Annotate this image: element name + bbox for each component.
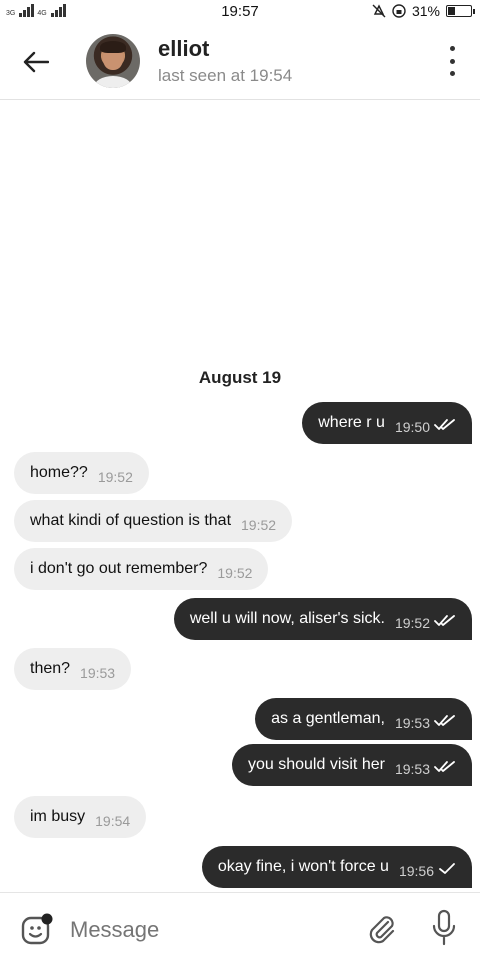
message-time: 19:53 (80, 665, 116, 681)
paperclip-icon (369, 916, 395, 944)
message-text: okay fine, i won't force u (217, 858, 389, 875)
message-incoming[interactable]: i don't go out remember? 19:52 (14, 548, 269, 590)
message-incoming[interactable]: home?? 19:52 (14, 452, 149, 494)
status-right: 31% (372, 3, 475, 19)
double-check-icon (434, 418, 456, 436)
message-text: you should visit her (247, 756, 385, 773)
message-text: as a gentleman, (271, 710, 385, 727)
battery-percent: 31% (411, 3, 440, 19)
message-time: 19:52 (217, 565, 253, 581)
message-text: i don't go out remember? (30, 560, 208, 577)
arrow-left-icon (23, 51, 49, 73)
message-time: 19:53 (394, 761, 430, 777)
message-outgoing[interactable]: as a gentleman, 19:53 (255, 698, 472, 740)
message-time: 19:53 (394, 715, 430, 731)
message-time: 19:50 (394, 419, 430, 435)
message-text: well u will now, aliser's sick. (189, 610, 385, 627)
sticker-button[interactable] (20, 913, 53, 945)
more-options-button[interactable] (444, 46, 460, 76)
back-button[interactable] (20, 46, 52, 78)
status-bar: 3G 4G 19:57 31% (0, 0, 480, 24)
battery-icon (446, 5, 475, 17)
message-outgoing[interactable]: you should visit her 19:53 (231, 744, 472, 786)
message-time: 19:56 (398, 863, 434, 879)
message-time: 19:52 (394, 615, 430, 631)
voice-record-button[interactable] (430, 909, 458, 947)
check-icon (438, 862, 456, 880)
message-outgoing[interactable]: well u will now, aliser's sick. 19:52 (173, 598, 472, 640)
mute-icon (372, 4, 386, 18)
message-outgoing[interactable]: okay fine, i won't force u 19:56 (201, 846, 472, 888)
message-incoming[interactable]: im busy 19:54 (14, 796, 147, 838)
message-text: then? (30, 660, 71, 677)
message-text: where r u (318, 414, 385, 431)
message-time: 19:54 (95, 813, 131, 829)
last-seen-status: last seen at 19:54 (158, 66, 293, 85)
attach-button[interactable] (366, 913, 398, 945)
rotation-lock-icon (392, 4, 406, 18)
microphone-icon (432, 909, 456, 946)
message-outgoing[interactable]: where r u 19:50 (302, 402, 472, 444)
contact-name[interactable]: elliot (158, 36, 209, 62)
double-check-icon (434, 614, 456, 632)
message-input[interactable] (70, 917, 340, 943)
message-time: 19:52 (97, 469, 133, 485)
avatar[interactable] (86, 34, 140, 88)
message-composer (0, 892, 480, 960)
message-time: 19:52 (241, 517, 277, 533)
chat-header: elliot last seen at 19:54 (0, 24, 480, 100)
date-divider: August 19 (198, 368, 282, 387)
message-incoming[interactable]: then? 19:53 (14, 648, 132, 690)
double-check-icon (434, 760, 456, 778)
double-check-icon (434, 714, 456, 732)
message-text: home?? (30, 464, 88, 481)
message-incoming[interactable]: what kindi of question is that 19:52 (14, 500, 293, 542)
more-vert-icon (449, 46, 455, 51)
message-text: what kindi of question is that (30, 512, 232, 529)
sticker-icon (21, 913, 53, 945)
message-text: im busy (30, 808, 86, 825)
